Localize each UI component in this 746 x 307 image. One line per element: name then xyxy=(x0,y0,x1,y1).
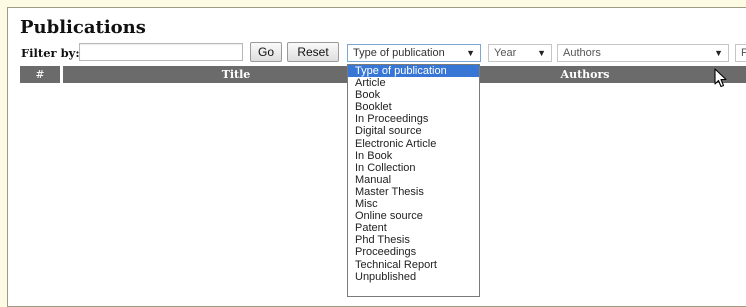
dropdown-option[interactable]: Manual xyxy=(348,174,479,186)
authors-select[interactable]: Authors ▼ xyxy=(557,44,729,62)
triangle-down-icon: ▼ xyxy=(714,48,723,58)
publication-type-select[interactable]: Type of publication ▼ xyxy=(347,44,481,62)
dropdown-option[interactable]: Digital source xyxy=(348,125,479,137)
dropdown-option[interactable]: Proceedings xyxy=(348,246,479,258)
dropdown-option[interactable]: Misc xyxy=(348,198,479,210)
authors-select-value: Authors xyxy=(563,47,601,59)
arrow-pointer-icon xyxy=(714,68,727,88)
dropdown-option[interactable]: Unpublished xyxy=(348,271,479,283)
go-button[interactable]: Go xyxy=(250,42,282,62)
column-divider xyxy=(60,66,63,83)
more-filter-select[interactable]: F xyxy=(735,44,746,62)
dropdown-option[interactable]: In Book xyxy=(348,150,479,162)
dropdown-option[interactable]: Master Thesis xyxy=(348,186,479,198)
triangle-down-icon: ▼ xyxy=(537,48,546,58)
triangle-down-icon: ▼ xyxy=(466,48,475,58)
publication-type-dropdown-list[interactable]: Type of publication Article Book Booklet In … xyxy=(347,64,480,297)
column-header-number[interactable]: # xyxy=(20,67,60,82)
dropdown-option[interactable]: In Proceedings xyxy=(348,113,479,125)
dropdown-option[interactable]: Article xyxy=(348,77,479,89)
publication-type-select-value: Type of publication xyxy=(353,47,445,59)
year-select[interactable]: Year ▼ xyxy=(488,44,552,62)
dropdown-option[interactable]: In Collection xyxy=(348,162,479,174)
filter-label: Filter by: xyxy=(21,46,80,60)
dropdown-option[interactable]: Booklet xyxy=(348,101,479,113)
column-header-authors[interactable]: Authors xyxy=(555,67,615,82)
page-title: Publications xyxy=(20,17,146,38)
year-select-value: Year xyxy=(494,47,517,59)
dropdown-option[interactable]: Online source xyxy=(348,210,479,222)
dropdown-option[interactable]: Patent xyxy=(348,222,479,234)
column-header-title[interactable]: Title xyxy=(206,67,266,82)
filter-input[interactable] xyxy=(79,43,243,61)
dropdown-option[interactable]: Phd Thesis xyxy=(348,234,479,246)
dropdown-option[interactable]: Type of publication xyxy=(348,65,479,78)
dropdown-option[interactable]: Electronic Article xyxy=(348,138,479,150)
more-filter-select-value: F xyxy=(741,47,746,59)
dropdown-option[interactable]: Technical Report xyxy=(348,259,479,271)
dropdown-option[interactable]: Book xyxy=(348,89,479,101)
reset-button[interactable]: Reset xyxy=(287,42,339,62)
